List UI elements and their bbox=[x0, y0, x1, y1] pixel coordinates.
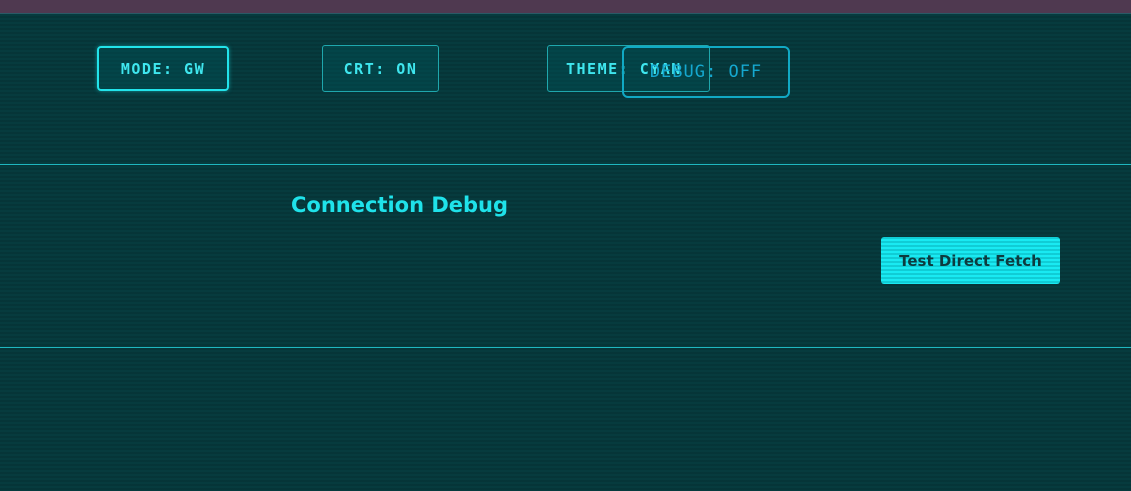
test-direct-fetch-button[interactable]: Test Direct Fetch bbox=[881, 237, 1060, 284]
crt-toggle-button[interactable]: CRT: ON bbox=[322, 45, 439, 92]
section-divider-bottom bbox=[0, 347, 1131, 348]
mode-toggle-button[interactable]: MODE: GW bbox=[97, 46, 229, 91]
debug-toggle-button[interactable]: DEBUG: OFF bbox=[622, 46, 790, 98]
section-divider-top bbox=[0, 164, 1131, 165]
top-bar bbox=[0, 0, 1131, 14]
connection-debug-title: Connection Debug bbox=[291, 193, 509, 217]
